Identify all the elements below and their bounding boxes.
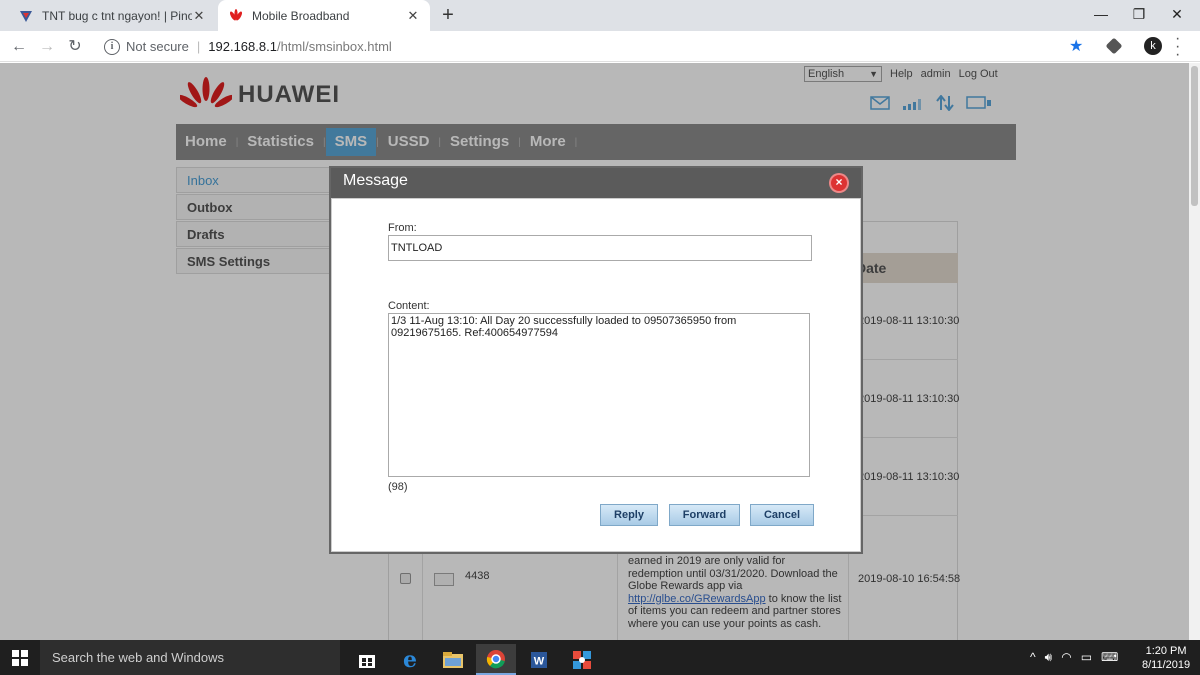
close-icon[interactable]: × (831, 175, 847, 191)
content-label: Content: (388, 300, 430, 312)
tab-tnt-bug[interactable]: TNT bug c tnt ngayon! | Pinoy Int ✕ (8, 0, 216, 31)
volume-icon[interactable]: 🔊︎ (1045, 650, 1053, 665)
chrome-icon[interactable] (476, 644, 516, 675)
word-icon[interactable]: W (519, 644, 559, 675)
browser-menu-icon[interactable]: · · · (1175, 31, 1180, 63)
svg-text:W: W (534, 655, 545, 667)
from-label: From: (388, 222, 417, 234)
dialog-body: From: TNTLOAD Content: 1/3 11-Aug 13:10:… (331, 198, 861, 552)
info-icon[interactable]: i (104, 38, 120, 55)
clock-time: 1:20 PM (1145, 645, 1187, 657)
forward-button[interactable]: Forward (669, 504, 740, 526)
tab-title: Mobile Broadband (252, 8, 350, 23)
scrollbar-thumb[interactable] (1191, 66, 1198, 206)
windows-start-icon[interactable] (12, 650, 28, 666)
store-icon[interactable] (347, 644, 387, 675)
edge-browser-icon[interactable]: e (390, 644, 430, 675)
keyboard-icon[interactable]: ⌨︎ (1101, 650, 1118, 665)
tab-close-icon[interactable]: ✕ (406, 8, 420, 24)
taskbar-clock[interactable]: 1:20 PM 8/11/2019 (1142, 644, 1190, 672)
reply-button[interactable]: Reply (600, 504, 658, 526)
cancel-button[interactable]: Cancel (750, 504, 814, 526)
taskbar-search[interactable]: Search the web and Windows (40, 640, 340, 675)
browser-tab-strip: TNT bug c tnt ngayon! | Pinoy Int ✕ Mobi… (0, 0, 1200, 31)
tab-title: TNT bug c tnt ngayon! | Pinoy Int (42, 8, 192, 23)
pinoy-favicon-icon (20, 10, 32, 22)
content-textarea[interactable]: 1/3 11-Aug 13:10: All Day 20 successfull… (388, 313, 810, 477)
dialog-header: Message × (331, 168, 861, 198)
address-bar[interactable]: i Not secure | 192.168.8.1 /html/smsinbo… (96, 34, 1096, 59)
divider: | (196, 39, 201, 54)
chevron-up-icon[interactable]: ^ (1030, 650, 1036, 665)
windows-taskbar: Search the web and Windows e W ^ 🔊︎ ◠ ▭ … (0, 640, 1200, 675)
tab-close-icon[interactable]: ✕ (192, 8, 206, 24)
profile-avatar[interactable]: k (1144, 37, 1162, 55)
tab-mobile-broadband[interactable]: Mobile Broadband ✕ (218, 0, 430, 31)
character-count: (98) (388, 481, 408, 493)
new-tab-button[interactable]: + (438, 4, 458, 26)
forward-arrow-icon[interactable]: → (36, 36, 58, 58)
file-explorer-icon[interactable] (433, 644, 473, 675)
page-scrollbar[interactable] (1189, 63, 1200, 640)
system-tray: ^ 🔊︎ ◠ ▭ ⌨︎ (1030, 650, 1118, 665)
url-path: /html/smsinbox.html (276, 39, 392, 54)
battery-icon[interactable]: ▭ (1081, 650, 1092, 665)
clock-date: 8/11/2019 (1142, 659, 1191, 671)
close-window-icon[interactable]: ✕ (1154, 0, 1200, 31)
wifi-icon[interactable]: ◠ (1061, 650, 1071, 665)
huawei-favicon-icon (229, 8, 243, 20)
photos-app-icon[interactable] (562, 644, 602, 675)
back-arrow-icon[interactable]: ← (8, 36, 30, 58)
not-secure-label: Not secure (126, 39, 189, 54)
from-field[interactable]: TNTLOAD (388, 235, 812, 261)
message-dialog: Message × From: TNTLOAD Content: 1/3 11-… (329, 166, 863, 554)
browser-toolbar: ← → ↻ i Not secure | 192.168.8.1 /html/s… (0, 31, 1200, 62)
bookmark-star-icon[interactable]: ★ (1069, 36, 1083, 56)
url-host: 192.168.8.1 (208, 39, 277, 54)
dialog-title: Message (343, 172, 408, 189)
reload-icon[interactable]: ↻ (64, 36, 86, 58)
